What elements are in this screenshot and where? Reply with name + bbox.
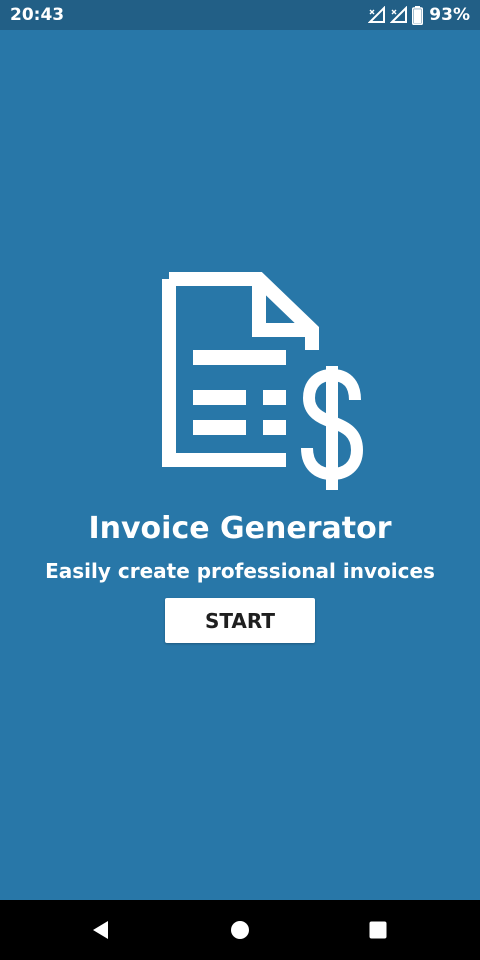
navigation-bar bbox=[0, 900, 480, 960]
splash-screen: 20:43 93% Invoice Generator Easily creat… bbox=[0, 0, 480, 960]
battery-icon bbox=[412, 5, 424, 25]
app-title: Invoice Generator bbox=[88, 511, 392, 546]
status-bar: 20:43 93% bbox=[0, 0, 480, 30]
status-time: 20:43 bbox=[10, 5, 65, 25]
status-icons: 93% bbox=[368, 5, 470, 25]
start-button[interactable]: START bbox=[165, 598, 315, 643]
home-icon[interactable] bbox=[225, 915, 255, 945]
invoice-dollar-icon bbox=[160, 270, 370, 495]
app-subtitle: Easily create professional invoices bbox=[45, 559, 435, 583]
recents-icon[interactable] bbox=[363, 915, 393, 945]
signal-no-data-icon bbox=[368, 6, 386, 24]
signal-icon bbox=[390, 6, 408, 24]
back-icon[interactable] bbox=[86, 915, 116, 945]
battery-percent: 93% bbox=[429, 5, 470, 25]
